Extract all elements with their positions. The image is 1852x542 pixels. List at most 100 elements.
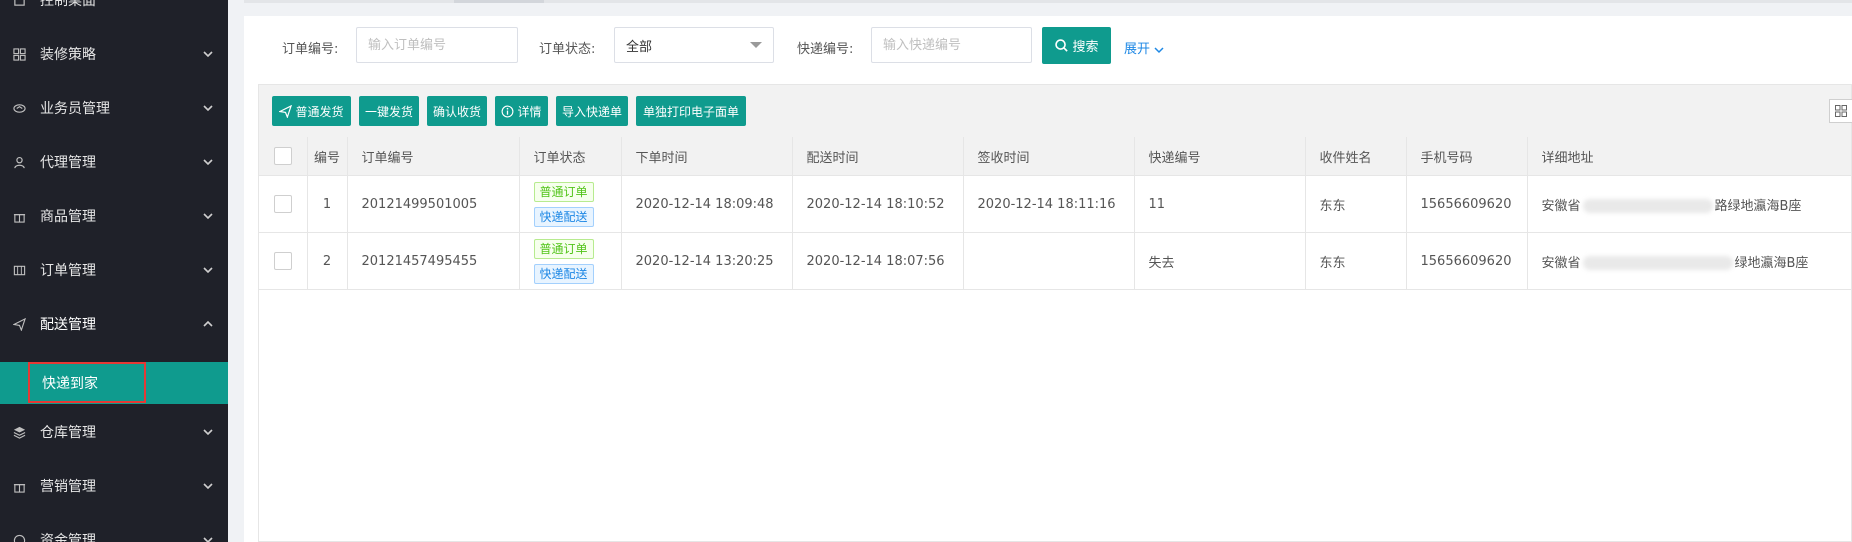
header-express-no: 快递编号 <box>1134 137 1306 176</box>
cell-order-no: 20121499501005 <box>347 175 520 233</box>
cell-express-no: 失去 <box>1134 232 1306 290</box>
row-select-cell[interactable] <box>259 175 308 233</box>
column-settings-button[interactable] <box>1829 99 1852 123</box>
address-start: 安徽省 <box>1541 198 1581 214</box>
cell-status: 普通订单 快递配送 <box>519 175 622 233</box>
cell-name: 东东 <box>1305 175 1407 233</box>
header-status: 订单状态 <box>519 137 622 176</box>
sidebar-item-label: 仓库管理 <box>40 425 96 441</box>
tab-indicator <box>454 0 544 3</box>
cell-order-time: 2020-12-14 13:20:25 <box>621 232 793 290</box>
header-phone: 手机号码 <box>1406 137 1528 176</box>
status-label: 订单状态: <box>539 42 596 57</box>
order-no-label: 订单编号: <box>282 42 339 57</box>
one-click-ship-button[interactable]: 一键发货 <box>359 96 419 126</box>
table-row[interactable]: 2 20121457495455 普通订单 快递配送 2020-12-14 13… <box>259 232 1852 290</box>
sidebar-item-funds[interactable]: 资金管理 <box>0 513 228 542</box>
handshake-icon <box>12 101 26 115</box>
sidebar-item-label: 控制桌面 <box>40 0 96 9</box>
sidebar-item-label: 商品管理 <box>40 209 96 225</box>
chevron-down-icon <box>202 426 214 438</box>
cell-address: 安徽省 路绿地瀛海B座 <box>1527 175 1852 233</box>
sidebar-item-decoration[interactable]: 装修策略 <box>0 27 228 81</box>
table-row[interactable]: 1 20121499501005 普通订单 快递配送 2020-12-14 18… <box>259 175 1852 233</box>
header-num: 编号 <box>307 137 348 176</box>
chevron-down-icon <box>202 48 214 60</box>
details-button[interactable]: 详情 <box>495 96 548 126</box>
status-select[interactable]: 全部 <box>614 27 774 63</box>
express-no-input[interactable] <box>871 27 1032 63</box>
chevron-down-icon <box>202 534 214 542</box>
sidebar-subitem-label: 快递到家 <box>42 376 98 392</box>
sidebar-subitem-express-home[interactable]: 快递到家 <box>0 362 228 404</box>
caret-down-icon <box>750 42 762 48</box>
normal-ship-button[interactable]: 普通发货 <box>272 96 351 126</box>
header-sign-time: 签收时间 <box>963 137 1135 176</box>
sidebar-item-label: 代理管理 <box>40 155 96 171</box>
toolbar: 普通发货 一键发货 确认收货 详情 导入快递单 单独打印电子面单 <box>259 85 1852 138</box>
delivery-type-badge: 快递配送 <box>533 206 594 227</box>
table-panel: 普通发货 一键发货 确认收货 详情 导入快递单 单独打印电子面单 编号 订单编号… <box>258 84 1852 542</box>
chevron-down-icon <box>202 480 214 492</box>
confirm-receipt-label: 确认收货 <box>433 104 482 119</box>
cell-phone: 15656609620 <box>1406 175 1528 233</box>
status-select-value: 全部 <box>626 39 653 55</box>
search-button[interactable]: 搜索 <box>1042 27 1111 64</box>
table-header-row: 编号 订单编号 订单状态 下单时间 配送时间 签收时间 快递编号 收件姓名 手机… <box>259 137 1852 176</box>
chevron-down-icon <box>202 102 214 114</box>
search-form: 订单编号: 订单状态: 全部 快递编号: 搜索 展开 <box>244 16 1852 84</box>
sidebar-item-marketing[interactable]: 营销管理 <box>0 459 228 513</box>
cell-sign-time <box>963 232 1135 290</box>
cell-num: 2 <box>307 232 348 290</box>
gift-icon <box>12 209 26 223</box>
sidebar-item-orders[interactable]: 订单管理 <box>0 243 228 297</box>
orders-table: 编号 订单编号 订单状态 下单时间 配送时间 签收时间 快递编号 收件姓名 手机… <box>259 137 1852 290</box>
grid-icon <box>1835 105 1847 117</box>
sidebar-item-dashboard[interactable]: 控制桌面 <box>0 0 228 27</box>
coin-icon <box>12 533 26 542</box>
cell-name: 东东 <box>1305 232 1407 290</box>
cell-express-no: 11 <box>1134 175 1306 233</box>
normal-ship-label: 普通发货 <box>295 104 344 119</box>
layers-icon <box>12 425 26 439</box>
cell-order-time: 2020-12-14 18:09:48 <box>621 175 793 233</box>
send-icon <box>279 104 293 118</box>
header-order-time: 下单时间 <box>621 137 793 176</box>
chevron-up-icon <box>202 318 214 330</box>
cell-status: 普通订单 快递配送 <box>519 232 622 290</box>
order-type-badge: 普通订单 <box>533 238 594 259</box>
sidebar-item-products[interactable]: 商品管理 <box>0 189 228 243</box>
print-waybill-label: 单独打印电子面单 <box>642 104 739 119</box>
chevron-down-icon <box>202 264 214 276</box>
expand-toggle[interactable]: 展开 <box>1124 38 1165 62</box>
row-select-cell[interactable] <box>259 232 308 290</box>
header-select-all[interactable] <box>259 137 308 176</box>
one-click-ship-label: 一键发货 <box>365 104 414 119</box>
sidebar-item-label: 营销管理 <box>40 479 96 495</box>
cell-address: 安徽省 绿地瀛海B座 <box>1527 232 1852 290</box>
checkbox[interactable] <box>273 195 292 213</box>
redaction-blur <box>1582 199 1713 213</box>
cell-ship-time: 2020-12-14 18:10:52 <box>792 175 964 233</box>
chevron-down-icon <box>202 156 214 168</box>
cell-phone: 15656609620 <box>1406 232 1528 290</box>
chevron-down-icon <box>1154 47 1164 54</box>
sidebar-item-agent[interactable]: 代理管理 <box>0 135 228 189</box>
sidebar-item-label: 配送管理 <box>40 317 96 333</box>
import-express-button[interactable]: 导入快递单 <box>556 96 628 126</box>
print-waybill-button[interactable]: 单独打印电子面单 <box>636 96 746 126</box>
sidebar-item-warehouse[interactable]: 仓库管理 <box>0 405 228 459</box>
checkbox[interactable] <box>273 252 292 270</box>
header-ship-time: 配送时间 <box>792 137 964 176</box>
chevron-down-icon <box>202 210 214 222</box>
search-button-label: 搜索 <box>1072 40 1099 55</box>
order-no-input[interactable] <box>356 27 518 63</box>
express-label: 快递编号: <box>797 42 854 57</box>
confirm-receipt-button[interactable]: 确认收货 <box>427 96 487 126</box>
cell-num: 1 <box>307 175 348 233</box>
checkbox[interactable] <box>273 147 292 165</box>
sidebar-item-delivery[interactable]: 配送管理 <box>0 297 228 351</box>
import-express-label: 导入快递单 <box>562 104 623 119</box>
apps-icon <box>12 47 26 61</box>
sidebar-item-salesman[interactable]: 业务员管理 <box>0 81 228 135</box>
